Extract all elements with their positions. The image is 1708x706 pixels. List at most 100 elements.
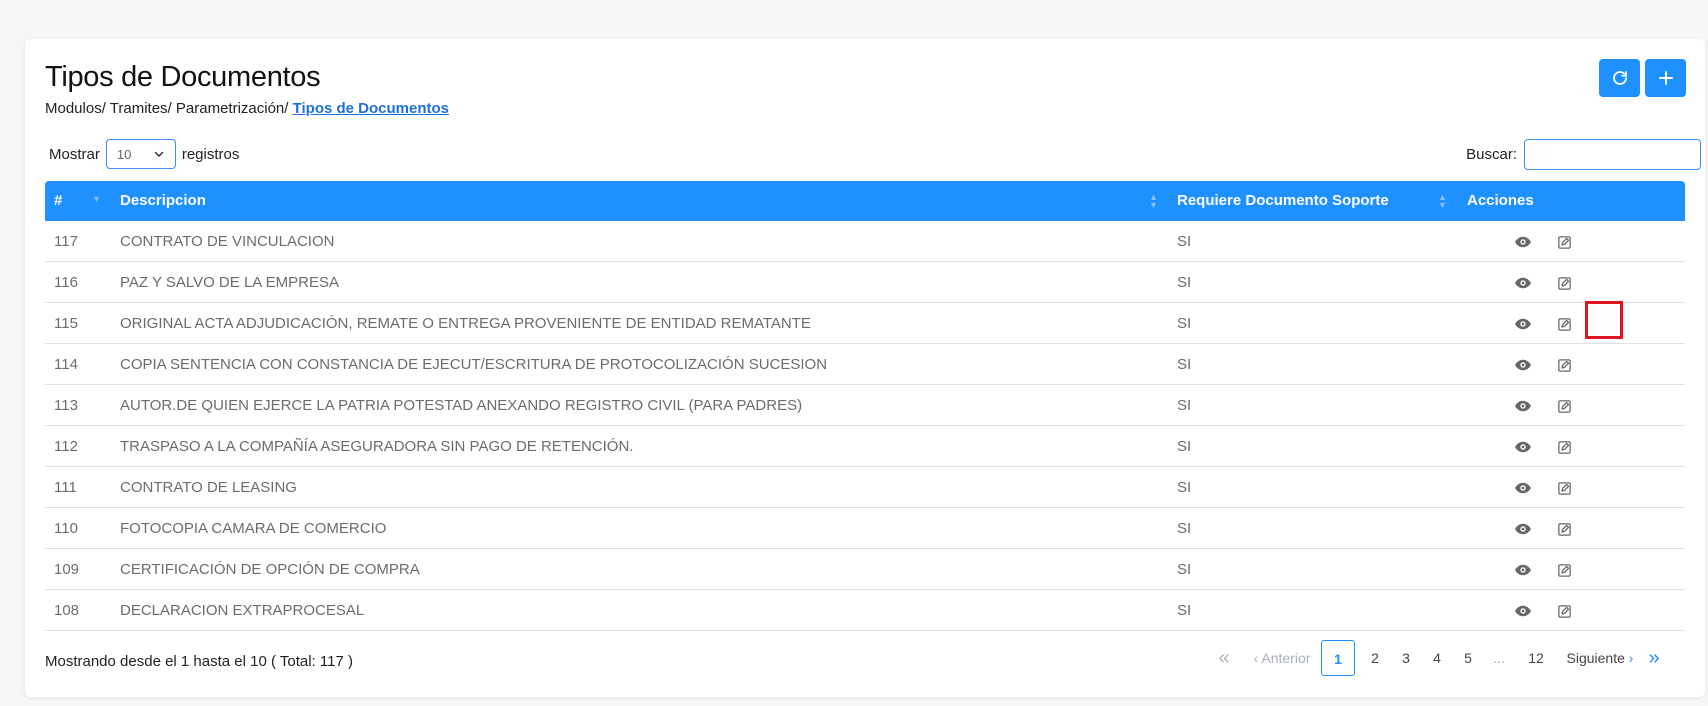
breadcrumb-item-modulos: Modulos/ [45,100,110,117]
page-4-button[interactable]: 4 [1426,640,1448,676]
length-value: 10 [116,146,132,162]
view-button[interactable] [1512,477,1534,499]
sort-desc-icon: ▼ [92,194,101,204]
cell-id: 112 [54,438,78,455]
edit-icon [1557,399,1571,413]
table-row: 108 DECLARACION EXTRAPROCESAL SI [45,590,1685,631]
sort-icon: ▲ ▼ [1149,192,1158,210]
cell-id: 111 [54,479,77,496]
view-button[interactable] [1512,600,1534,622]
eye-icon [1515,277,1531,289]
table-header: # ▼ Descripcion ▲ ▼ Requiere Documento So… [45,181,1685,221]
view-button[interactable] [1512,313,1534,335]
cell-requiere: SI [1177,520,1192,537]
cell-id: 117 [54,233,78,250]
edit-icon [1557,235,1571,249]
table-body: 117 CONTRATO DE VINCULACION SI 116 PAZ Y SAL… [45,221,1685,631]
plus-icon [1658,71,1673,85]
eye-icon [1515,482,1531,494]
chevron-down-icon [154,151,164,157]
search-control: Buscar: [1466,139,1701,170]
add-button[interactable] [1645,59,1686,97]
page-5-button[interactable]: 5 [1457,640,1479,676]
last-page-button[interactable]: » [1642,640,1666,676]
edit-icon [1557,604,1571,618]
length-prefix: Mostrar [49,145,100,163]
cell-descripcion: CONTRATO DE VINCULACION [120,233,335,250]
eye-icon [1515,359,1531,371]
eye-icon [1515,318,1531,330]
edit-button[interactable] [1553,600,1575,622]
edit-icon [1557,317,1571,331]
edit-button[interactable] [1553,477,1575,499]
table-row: 110 FOTOCOPIA CAMARA DE COMERCIO SI [45,508,1685,549]
view-button[interactable] [1512,231,1534,253]
main-card: Tipos de Documentos Modulos/ Tramites/ P… [25,39,1705,697]
edit-icon [1557,522,1571,536]
search-label: Buscar: [1466,146,1517,163]
view-button[interactable] [1512,518,1534,540]
table-row: 109 CERTIFICACIÓN DE OPCIÓN DE COMPRA SI [45,549,1685,590]
cell-descripcion: DECLARACION EXTRAPROCESAL [120,602,365,619]
cell-descripcion: FOTOCOPIA CAMARA DE COMERCIO [120,520,387,537]
pagination: « ‹ Anterior 1 2 3 4 5 ... 12 Siguiente … [25,640,1705,676]
cell-id: 115 [54,315,78,332]
table-row: 112 TRASPASO A LA COMPAÑÍA ASEGURADORA SI… [45,426,1685,467]
edit-button[interactable] [1553,272,1575,294]
eye-icon [1515,605,1531,617]
view-button[interactable] [1512,354,1534,376]
table-row: 116 PAZ Y SALVO DE LA EMPRESA SI [45,262,1685,303]
page-2-button[interactable]: 2 [1364,640,1386,676]
first-page-button[interactable]: « [1212,640,1236,676]
edit-icon [1557,481,1571,495]
page-1-button[interactable]: 1 [1321,640,1355,676]
view-button[interactable] [1512,436,1534,458]
edit-button[interactable] [1553,354,1575,376]
length-select[interactable]: 10 [105,139,176,169]
header-descripcion[interactable]: Descripcion [120,181,206,221]
cell-descripcion: CONTRATO DE LEASING [120,479,297,496]
edit-button[interactable] [1553,313,1575,335]
breadcrumb-item-active[interactable]: Tipos de Documentos [293,100,449,117]
edit-icon [1557,440,1571,454]
sort-icon: ▲ ▼ [1438,192,1447,210]
header-num[interactable]: # [54,181,62,221]
edit-button[interactable] [1553,436,1575,458]
cell-requiere: SI [1177,356,1192,373]
cell-requiere: SI [1177,561,1192,578]
cell-id: 114 [54,356,78,373]
next-page-button[interactable]: Siguiente › [1561,640,1639,676]
cell-descripcion: PAZ Y SALVO DE LA EMPRESA [120,274,339,291]
refresh-button[interactable] [1599,59,1640,97]
table-row: 113 AUTOR.DE QUIEN EJERCE LA PATRIA POTES… [45,385,1685,426]
search-input[interactable] [1524,139,1701,170]
cell-descripcion: ORIGINAL ACTA ADJUDICACIÓN, REMATE O ENT… [120,315,811,332]
header-requiere[interactable]: Requiere Documento Soporte [1177,181,1389,221]
view-button[interactable] [1512,272,1534,294]
table-row: 115 ORIGINAL ACTA ADJUDICACIÓN, REMATE O … [45,303,1685,344]
edit-button[interactable] [1553,231,1575,253]
eye-icon [1515,564,1531,576]
header-acciones: Acciones [1467,192,1534,209]
length-suffix: registros [181,145,240,163]
edit-icon [1557,276,1571,290]
view-button[interactable] [1512,559,1534,581]
refresh-icon [1612,71,1627,85]
eye-icon [1515,523,1531,535]
cell-descripcion: COPIA SENTENCIA CON CONSTANCIA DE EJECUT… [120,356,828,373]
page-ellipsis: ... [1493,650,1505,666]
cell-requiere: SI [1177,479,1192,496]
page-12-button[interactable]: 12 [1523,640,1549,676]
edit-button[interactable] [1553,518,1575,540]
prev-page-button[interactable]: ‹ Anterior [1247,640,1317,676]
cell-requiere: SI [1177,233,1192,250]
cell-id: 116 [54,274,78,291]
eye-icon [1515,441,1531,453]
edit-button[interactable] [1553,395,1575,417]
cell-descripcion: TRASPASO A LA COMPAÑÍA ASEGURADORA SIN P… [120,438,634,455]
edit-icon [1557,563,1571,577]
breadcrumb: Modulos/ Tramites/ Parametrización/ Tipo… [45,100,449,117]
page-3-button[interactable]: 3 [1395,640,1417,676]
edit-button[interactable] [1553,559,1575,581]
view-button[interactable] [1512,395,1534,417]
